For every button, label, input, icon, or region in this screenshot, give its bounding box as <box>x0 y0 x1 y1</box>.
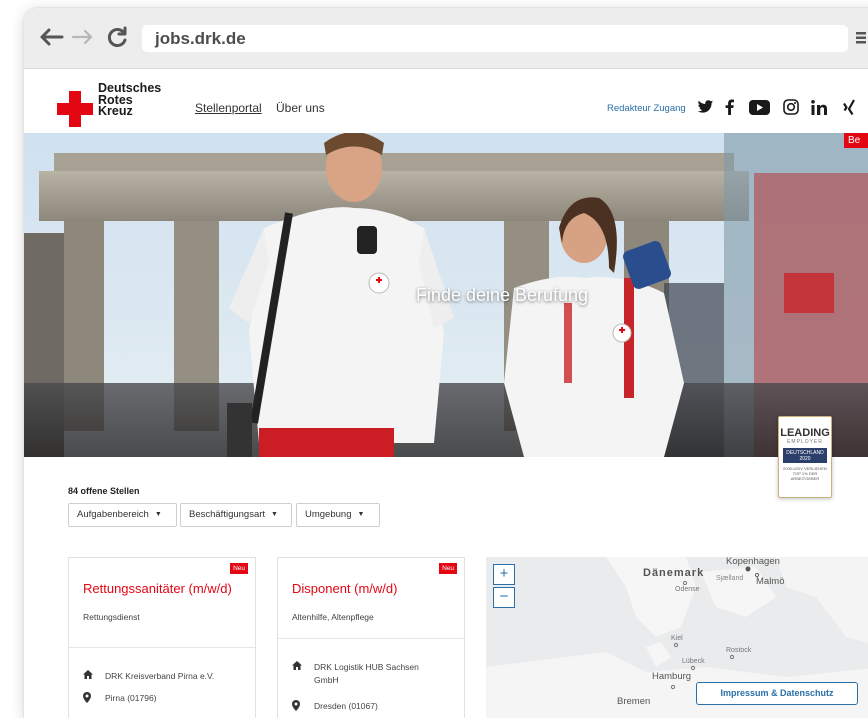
caret-down-icon: ▼ <box>271 511 278 518</box>
reload-icon <box>107 26 127 47</box>
job-count: 84 offene Stellen <box>68 486 140 496</box>
caret-down-icon: ▼ <box>154 511 162 518</box>
job-category: Altenhilfe, Altenpflege <box>292 612 374 622</box>
twitter-icon <box>697 100 713 113</box>
forward-button[interactable] <box>68 20 98 54</box>
hero-title: Finde deine Berufung <box>415 285 589 305</box>
leading-employer-badge: LEADING EMPLOYER DEUTSCHLAND 2020 EXKLUS… <box>778 416 832 498</box>
arrow-left-icon <box>40 28 64 46</box>
logo-line-3: Kreuz <box>98 104 133 118</box>
job-category: Rettungsdienst <box>83 612 140 622</box>
menu-button[interactable] <box>856 28 868 48</box>
filter-beschaeftigungsart[interactable]: Beschäftigungsart ▼ <box>180 503 292 527</box>
instagram-link[interactable] <box>782 98 800 116</box>
red-cross-logo[interactable] <box>57 91 93 127</box>
organization-name: DRK Kreisverband Pirna e.V. <box>105 671 215 681</box>
location-name: Pirna (01796) <box>105 693 157 703</box>
browser-window: jobs.drk.de Deutsches Rotes Kreuz Stelle… <box>24 8 868 718</box>
nav-ueber-uns[interactable]: Über uns <box>276 101 325 115</box>
new-badge: Neu <box>439 563 457 574</box>
redakteur-link[interactable]: Redakteur Zugang <box>607 103 686 114</box>
reload-button[interactable] <box>102 20 132 54</box>
xing-icon <box>843 99 855 115</box>
back-button[interactable] <box>36 20 66 54</box>
instagram-icon <box>783 99 799 115</box>
corner-badge[interactable]: Be <box>844 133 868 148</box>
hamburger-icon <box>856 32 866 44</box>
organization-name: DRK Logistik HUB Sachsen GmbH <box>314 662 419 685</box>
linkedin-icon <box>811 99 827 115</box>
nav-stellenportal[interactable]: Stellenportal <box>195 101 262 115</box>
new-badge: Neu <box>230 563 248 574</box>
filter-label: Beschäftigungsart <box>189 509 266 520</box>
divider <box>69 647 255 648</box>
filter-aufgabenbereich[interactable]: Aufgabenbereich ▼ <box>68 503 177 527</box>
badge-line-4: 2020 <box>799 456 811 462</box>
location-name: Dresden (01067) <box>314 701 378 711</box>
browser-toolbar: jobs.drk.de <box>24 8 868 69</box>
job-card[interactable]: Neu Rettungssanitäter (m/w/d) Rettungsdi… <box>68 557 256 718</box>
site-header: Deutsches Rotes Kreuz Stellenportal Über… <box>24 69 868 133</box>
caret-down-icon: ▼ <box>357 511 365 518</box>
logo-wordmark[interactable]: Deutsches Rotes Kreuz <box>98 82 161 118</box>
home-icon <box>83 670 95 683</box>
badge-line-2: EMPLOYER <box>787 439 823 445</box>
badge-line-6: TOP 1% DER ARBEITGEBER <box>790 471 820 481</box>
impressum-datenschutz-button[interactable]: Impressum & Datenschutz <box>696 682 858 705</box>
arrow-right-icon <box>71 29 93 45</box>
map-pin-icon <box>83 692 95 707</box>
badge-line-1: LEADING <box>780 427 830 439</box>
filter-umgebung[interactable]: Umgebung ▼ <box>296 503 380 527</box>
facebook-link[interactable] <box>722 98 736 116</box>
filter-label: Umgebung <box>305 509 352 520</box>
filter-label: Aufgabenbereich <box>77 509 149 520</box>
facebook-icon <box>725 99 734 115</box>
twitter-link[interactable] <box>696 98 714 116</box>
linkedin-link[interactable] <box>810 98 830 116</box>
address-bar[interactable]: jobs.drk.de <box>142 25 848 52</box>
job-title[interactable]: Rettungssanitäter (m/w/d) <box>83 581 232 596</box>
divider <box>278 638 464 639</box>
youtube-icon <box>748 99 770 115</box>
home-icon <box>292 661 304 674</box>
hero-banner: Finde deine Berufung <box>24 133 868 457</box>
youtube-link[interactable] <box>748 98 770 116</box>
job-card[interactable]: Neu Disponent (m/w/d) Altenhilfe, Altenp… <box>277 557 465 718</box>
xing-link[interactable] <box>842 98 858 116</box>
job-title[interactable]: Disponent (m/w/d) <box>292 581 397 596</box>
